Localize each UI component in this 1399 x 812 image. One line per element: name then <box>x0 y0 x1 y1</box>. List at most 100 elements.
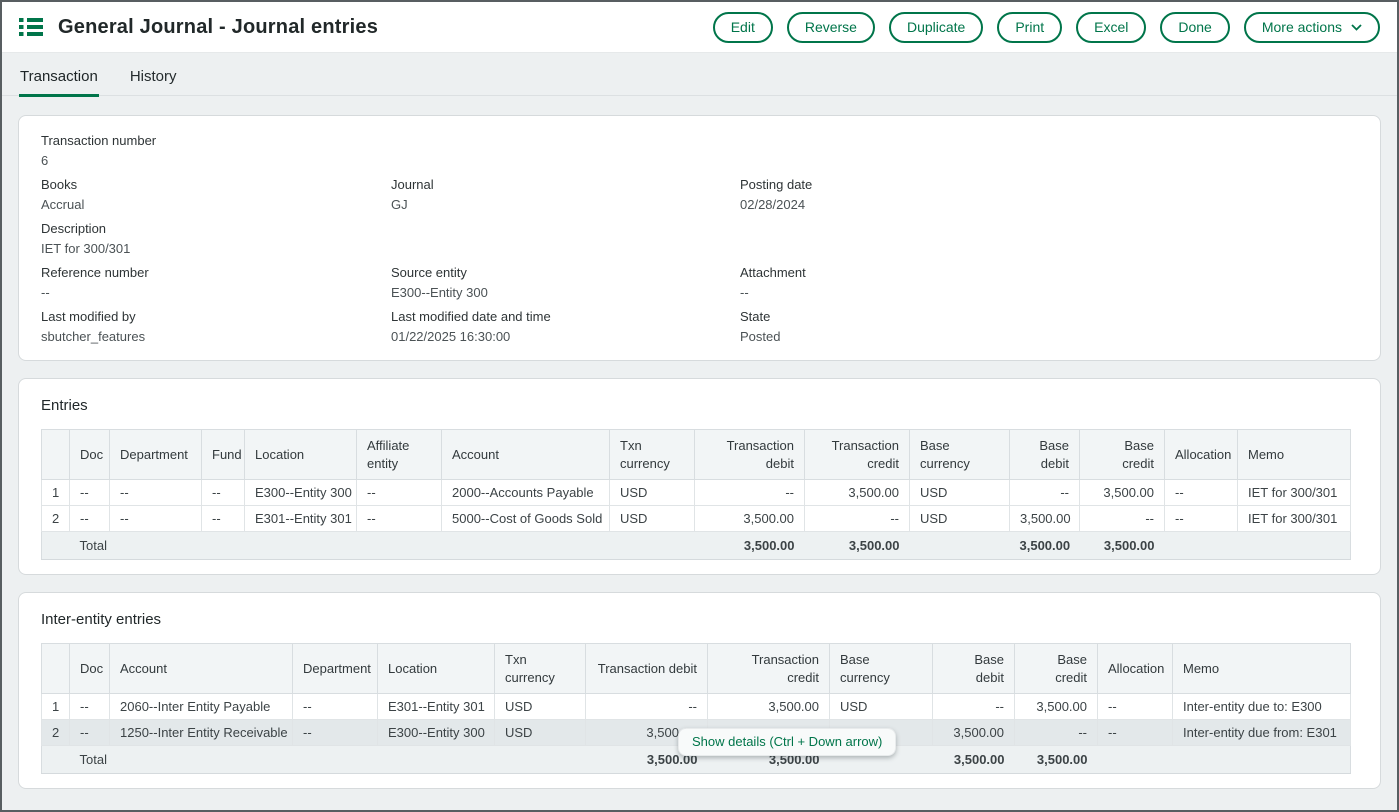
list-menu-icon[interactable] <box>19 16 43 38</box>
cell-blank <box>1165 532 1351 560</box>
page-content: Transaction number 6 Books Accrual Journ… <box>2 96 1397 789</box>
edit-button[interactable]: Edit <box>713 12 773 43</box>
col-allocation: Allocation <box>1098 644 1173 694</box>
total-transaction-debit: 3,500.00 <box>695 532 805 560</box>
inter-entity-title: Inter-entity entries <box>41 611 1358 628</box>
show-details-tooltip: Show details (Ctrl + Down arrow) <box>678 728 896 756</box>
total-base-debit: 3,500.00 <box>1010 532 1080 560</box>
field-label: Journal <box>391 177 740 192</box>
col-memo: Memo <box>1173 644 1351 694</box>
transaction-details-card: Transaction number 6 Books Accrual Journ… <box>18 115 1381 361</box>
cell-base-debit: 3,500.00 <box>1010 506 1080 532</box>
cell-fund: -- <box>202 480 245 506</box>
col-transaction-credit: Transaction credit <box>805 430 910 480</box>
cell-base-credit: 3,500.00 <box>1080 480 1165 506</box>
field-label: Books <box>41 177 391 192</box>
field-value: 02/28/2024 <box>740 197 1358 212</box>
page-title: General Journal - Journal entries <box>58 16 378 39</box>
entries-row-1[interactable]: 1 -- -- -- E300--Entity 300 -- 2000--Acc… <box>42 480 1351 506</box>
tab-transaction[interactable]: Transaction <box>19 66 99 95</box>
field-label: Posting date <box>740 177 1358 192</box>
cell-blank <box>1098 746 1351 774</box>
col-doc: Doc <box>70 430 110 480</box>
col-location: Location <box>245 430 357 480</box>
cell-txn-currency: USD <box>610 506 695 532</box>
reverse-button[interactable]: Reverse <box>787 12 875 43</box>
cell-transaction-debit: -- <box>586 694 708 720</box>
field-label: State <box>740 309 1358 324</box>
print-button[interactable]: Print <box>997 12 1062 43</box>
cell-location: E300--Entity 300 <box>378 720 495 746</box>
inter-entity-row-1[interactable]: 1 -- 2060--Inter Entity Payable -- E301-… <box>42 694 1351 720</box>
done-button[interactable]: Done <box>1160 12 1229 43</box>
cell-allocation: -- <box>1165 506 1238 532</box>
duplicate-button[interactable]: Duplicate <box>889 12 983 43</box>
field-source-entity: Source entity E300--Entity 300 <box>391 265 740 300</box>
col-base-debit: Base debit <box>933 644 1015 694</box>
col-account: Account <box>110 644 293 694</box>
entries-title: Entries <box>41 397 1358 414</box>
field-posting-date: Posting date 02/28/2024 <box>740 177 1358 212</box>
entries-row-2[interactable]: 2 -- -- -- E301--Entity 301 -- 5000--Cos… <box>42 506 1351 532</box>
inter-entity-entries-card: Inter-entity entries Doc Account Departm… <box>18 592 1381 789</box>
field-value: 6 <box>41 153 391 168</box>
cell-base-currency: USD <box>910 506 1010 532</box>
cell-transaction-credit: -- <box>805 506 910 532</box>
field-value: E300--Entity 300 <box>391 285 740 300</box>
field-attachment: Attachment -- <box>740 265 1358 300</box>
inter-entity-header-row: Doc Account Department Location Txn curr… <box>42 644 1351 694</box>
field-reference-number: Reference number -- <box>41 265 391 300</box>
tab-history[interactable]: History <box>129 66 178 95</box>
cell-txn-currency: USD <box>495 694 586 720</box>
field-value: -- <box>740 285 1358 300</box>
field-value: IET for 300/301 <box>41 241 391 256</box>
cell-base-currency: USD <box>910 480 1010 506</box>
cell-blank <box>910 532 1010 560</box>
cell-base-credit: -- <box>1080 506 1165 532</box>
col-base-credit: Base credit <box>1080 430 1165 480</box>
cell-location: E300--Entity 300 <box>245 480 357 506</box>
total-base-credit: 3,500.00 <box>1080 532 1165 560</box>
cell-base-debit: 3,500.00 <box>933 720 1015 746</box>
total-label: Total <box>70 532 695 560</box>
cell-fund: -- <box>202 506 245 532</box>
col-memo: Memo <box>1238 430 1351 480</box>
cell-department: -- <box>110 480 202 506</box>
more-actions-button[interactable]: More actions <box>1244 12 1380 43</box>
excel-button[interactable]: Excel <box>1076 12 1146 43</box>
cell-base-debit: -- <box>1010 480 1080 506</box>
cell-memo: Inter-entity due to: E300 <box>1173 694 1351 720</box>
cell-affiliate-entity: -- <box>357 506 442 532</box>
cell-account: 2060--Inter Entity Payable <box>110 694 293 720</box>
cell-transaction-credit: 3,500.00 <box>708 694 830 720</box>
cell-location: E301--Entity 301 <box>378 694 495 720</box>
col-txn-currency: Txn currency <box>495 644 586 694</box>
field-label: Transaction number <box>41 133 391 148</box>
cell-rownum: 2 <box>42 506 70 532</box>
cell-memo: Inter-entity due from: E301 <box>1173 720 1351 746</box>
cell-department: -- <box>293 694 378 720</box>
cell-rownum: 1 <box>42 480 70 506</box>
field-last-modified-by: Last modified by sbutcher_features <box>41 309 391 344</box>
col-affiliate-entity: Affiliate entity <box>357 430 442 480</box>
col-rownum <box>42 430 70 480</box>
field-value: GJ <box>391 197 740 212</box>
top-bar: General Journal - Journal entries Edit R… <box>2 2 1397 53</box>
cell-allocation: -- <box>1098 694 1173 720</box>
cell-blank <box>42 746 70 774</box>
cell-doc: -- <box>70 694 110 720</box>
col-department: Department <box>110 430 202 480</box>
action-buttons: Edit Reverse Duplicate Print Excel Done … <box>713 12 1380 43</box>
col-fund: Fund <box>202 430 245 480</box>
field-transaction-number: Transaction number 6 <box>41 133 391 168</box>
field-description: Description IET for 300/301 <box>41 221 391 256</box>
col-department: Department <box>293 644 378 694</box>
cell-base-credit: -- <box>1015 720 1098 746</box>
col-account: Account <box>442 430 610 480</box>
col-base-credit: Base credit <box>1015 644 1098 694</box>
status-value: Posted <box>740 329 1358 344</box>
cell-rownum: 2 <box>42 720 70 746</box>
col-transaction-credit: Transaction credit <box>708 644 830 694</box>
cell-doc: -- <box>70 720 110 746</box>
field-state: State Posted <box>740 309 1358 344</box>
